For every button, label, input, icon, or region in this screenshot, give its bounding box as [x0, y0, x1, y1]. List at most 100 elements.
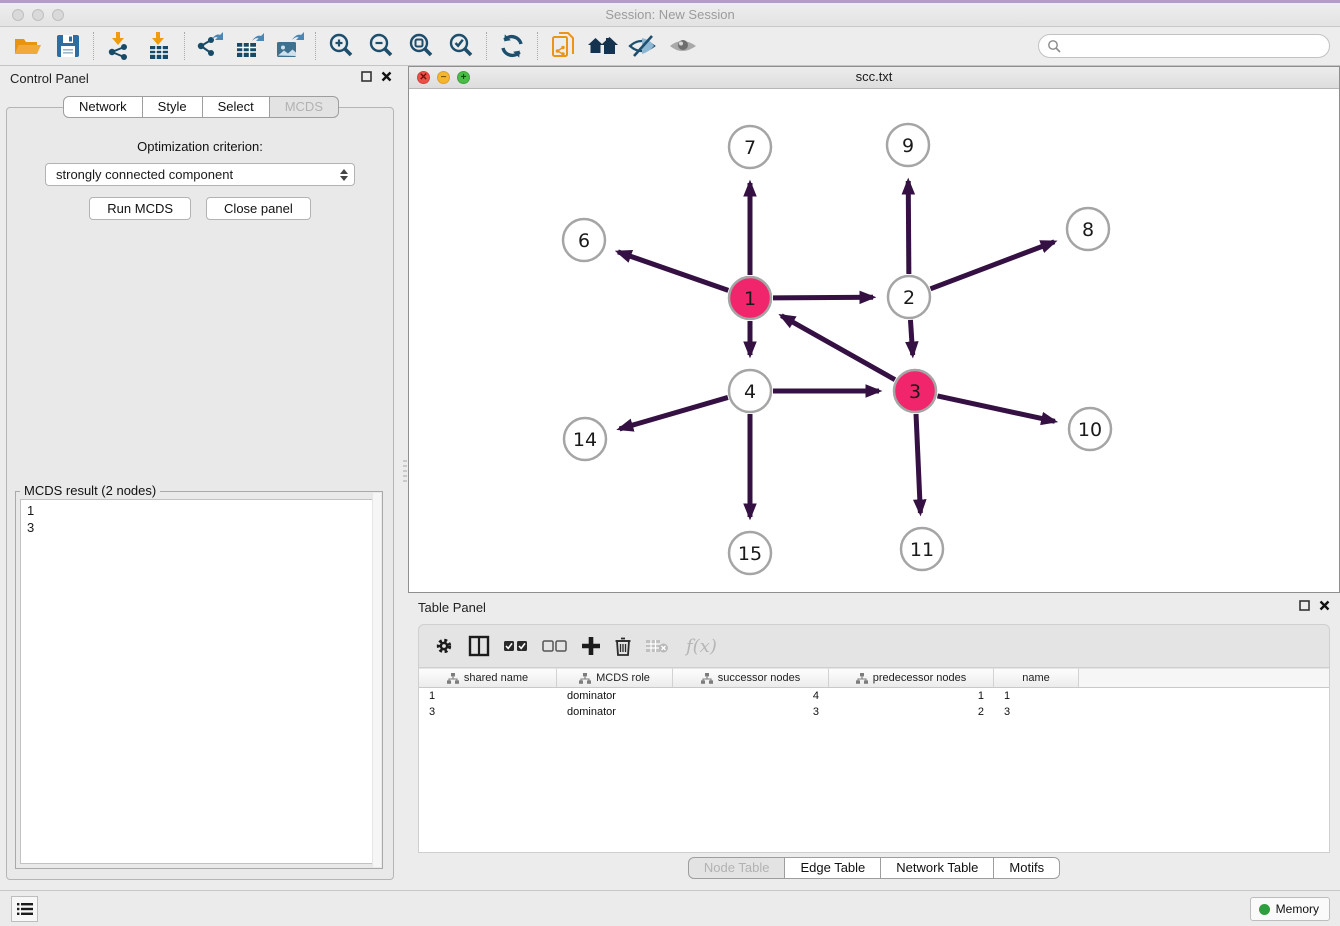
node-label-2: 2: [903, 287, 915, 309]
network-canvas[interactable]: 7968124314101511: [409, 89, 1339, 592]
run-mcds-button[interactable]: Run MCDS: [89, 197, 191, 220]
table-row[interactable]: 1dominator411: [419, 688, 1329, 704]
column-header-predecessor-nodes[interactable]: predecessor nodes: [829, 668, 994, 687]
table-panel-title: Table Panel: [418, 600, 486, 615]
column-header-MCDS-role[interactable]: MCDS role: [557, 668, 673, 687]
edge-3-11[interactable]: [916, 414, 920, 513]
network-window-titlebar[interactable]: ✕ − + scc.txt: [409, 67, 1339, 89]
mcds-result-title: MCDS result (2 nodes): [20, 483, 160, 498]
cell-MCDS-role[interactable]: dominator: [557, 690, 673, 702]
export-table-icon[interactable]: [230, 30, 270, 62]
mcds-result-group: MCDS result (2 nodes) 1 3: [15, 491, 383, 869]
cell-successor-nodes[interactable]: 4: [673, 690, 829, 702]
edge-1-6[interactable]: [618, 252, 728, 291]
float-panel-icon[interactable]: [361, 71, 372, 82]
toolbar-separator: [537, 32, 538, 60]
app-titlebar: Session: New Session: [0, 0, 1340, 27]
fit-content-icon[interactable]: [401, 30, 441, 62]
export-image-icon[interactable]: [270, 30, 310, 62]
search-field[interactable]: [1038, 34, 1330, 58]
mcds-result-text[interactable]: 1 3: [20, 499, 378, 864]
search-input[interactable]: [1066, 39, 1321, 54]
splitter-grip-icon[interactable]: [403, 460, 407, 482]
close-panel-button[interactable]: Close panel: [206, 197, 311, 220]
tab-motifs[interactable]: Motifs: [994, 857, 1060, 879]
cell-shared-name[interactable]: 3: [419, 706, 557, 718]
network-file-share-icon[interactable]: [543, 30, 583, 62]
float-table-panel-icon[interactable]: [1299, 600, 1310, 611]
edge-1-2[interactable]: [773, 297, 873, 298]
column-header-shared-name[interactable]: shared name: [419, 668, 557, 687]
result-scrollbar[interactable]: [372, 493, 381, 867]
cell-shared-name[interactable]: 1: [419, 690, 557, 702]
deselect-all-checkboxes-icon[interactable]: [542, 631, 568, 661]
function-builder-button[interactable]: f(x): [682, 636, 717, 657]
edge-3-1[interactable]: [781, 316, 895, 380]
node-label-8: 8: [1082, 219, 1094, 241]
node-label-3: 3: [909, 381, 921, 403]
network-graph[interactable]: 7968124314101511: [409, 89, 1339, 592]
hide-graphics-details-icon[interactable]: [623, 30, 663, 62]
task-history-button[interactable]: [11, 896, 38, 922]
tab-node-table[interactable]: Node Table: [688, 857, 786, 879]
edge-4-14[interactable]: [620, 397, 728, 429]
toolbar-separator: [93, 32, 94, 60]
status-bar: Memory: [0, 890, 1340, 926]
control-panel-tabs: Network Style Select MCDS: [0, 96, 402, 118]
edge-2-8[interactable]: [931, 242, 1055, 289]
column-type-icon: [856, 673, 868, 684]
tab-network[interactable]: Network: [63, 96, 143, 118]
import-network-icon[interactable]: [99, 30, 139, 62]
tab-select[interactable]: Select: [203, 96, 270, 118]
optimization-criterion-label: Optimization criterion:: [7, 139, 393, 154]
zoom-selected-icon[interactable]: [441, 30, 481, 62]
node-table-body: 1dominator4113dominator323: [419, 688, 1329, 720]
table-tabs: Node Table Edge Table Network Table Moti…: [408, 857, 1340, 879]
close-table-panel-icon[interactable]: [1319, 600, 1330, 611]
tab-style[interactable]: Style: [143, 96, 203, 118]
app-title: Session: New Session: [0, 3, 1340, 27]
network-view-window: ✕ − + scc.txt 7968124314101511: [408, 66, 1340, 593]
show-column-panel-icon[interactable]: [468, 631, 490, 661]
cell-name[interactable]: 3: [994, 706, 1079, 718]
edge-2-9[interactable]: [908, 181, 909, 274]
delete-table-icon[interactable]: [645, 631, 669, 661]
cell-predecessor-nodes[interactable]: 2: [829, 706, 994, 718]
cell-successor-nodes[interactable]: 3: [673, 706, 829, 718]
delete-column-trash-icon[interactable]: [614, 631, 632, 661]
memory-status-icon: [1259, 904, 1270, 915]
select-all-checkboxes-icon[interactable]: [503, 631, 529, 661]
column-header-successor-nodes[interactable]: successor nodes: [673, 668, 829, 687]
tab-mcds[interactable]: MCDS: [270, 96, 339, 118]
cell-predecessor-nodes[interactable]: 1: [829, 690, 994, 702]
optimization-criterion-dropdown[interactable]: strongly connected component: [45, 163, 355, 186]
network-window-title: scc.txt: [409, 69, 1339, 84]
memory-button[interactable]: Memory: [1250, 897, 1330, 921]
table-settings-gear-icon[interactable]: [433, 631, 455, 661]
refresh-network-icon[interactable]: [492, 30, 532, 62]
edge-3-10[interactable]: [937, 396, 1054, 421]
tab-network-table[interactable]: Network Table: [881, 857, 994, 879]
open-session-icon[interactable]: [8, 30, 48, 62]
control-panel: Control Panel Network Style Select MCDS …: [0, 66, 402, 890]
tab-edge-table[interactable]: Edge Table: [785, 857, 881, 879]
close-panel-icon[interactable]: [381, 71, 392, 82]
table-panel: Table Panel f(x) shared nameMCDS rolesuc…: [408, 595, 1340, 890]
column-header-name[interactable]: name: [994, 668, 1079, 687]
network-overview-houses-icon[interactable]: [583, 30, 623, 62]
cell-MCDS-role[interactable]: dominator: [557, 706, 673, 718]
column-type-icon: [579, 673, 591, 684]
zoom-in-icon[interactable]: [321, 30, 361, 62]
cell-name[interactable]: 1: [994, 690, 1079, 702]
control-panel-title: Control Panel: [10, 71, 89, 86]
add-column-plus-icon[interactable]: [581, 631, 601, 661]
export-network-icon[interactable]: [190, 30, 230, 62]
node-label-1: 1: [744, 288, 756, 310]
column-type-icon: [447, 673, 459, 684]
edge-2-3[interactable]: [910, 320, 912, 355]
import-table-icon[interactable]: [139, 30, 179, 62]
save-session-icon[interactable]: [48, 30, 88, 62]
show-graphics-details-icon[interactable]: [663, 30, 703, 62]
table-row[interactable]: 3dominator323: [419, 704, 1329, 720]
zoom-out-icon[interactable]: [361, 30, 401, 62]
